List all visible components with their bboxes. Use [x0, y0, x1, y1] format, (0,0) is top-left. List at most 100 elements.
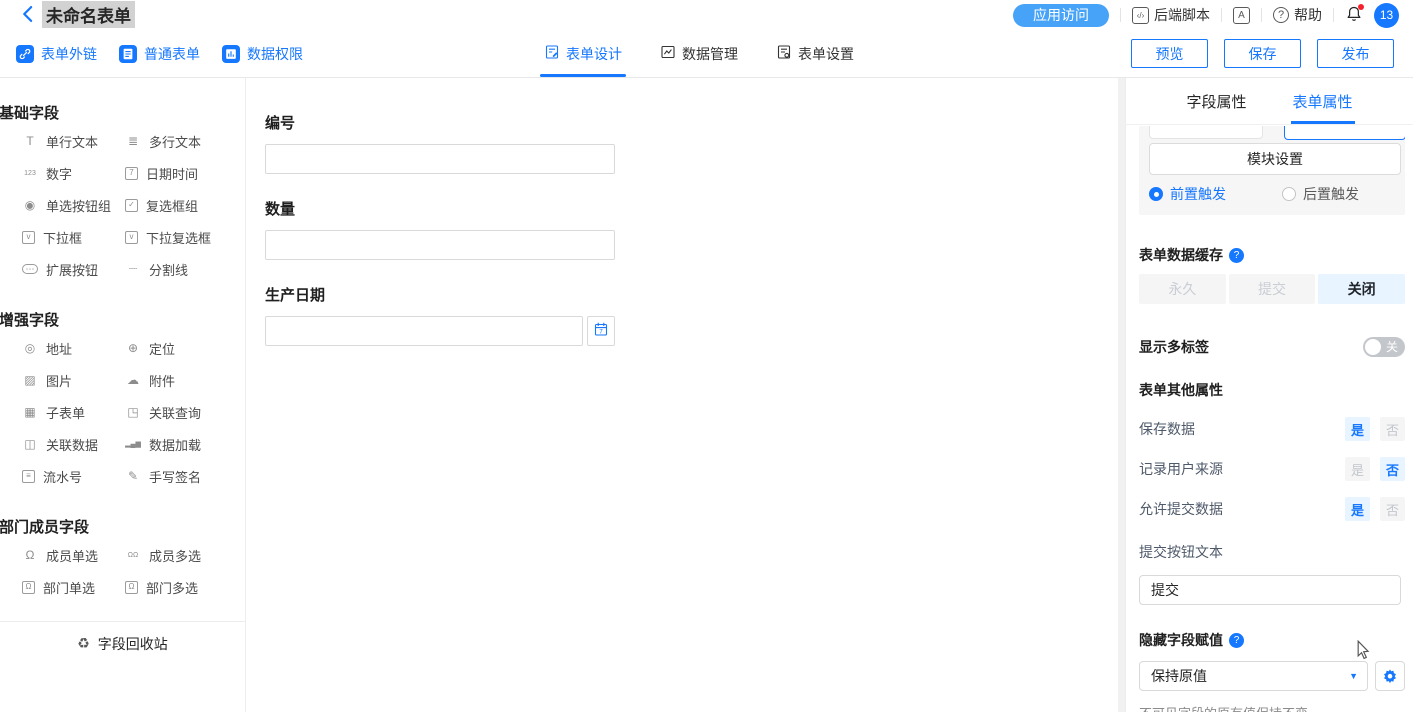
hidden-field-settings-button[interactable] — [1375, 661, 1405, 691]
multi-tab-row: 显示多标签 关 — [1139, 337, 1405, 357]
yes-button[interactable]: 是 — [1345, 497, 1370, 521]
sidebar-item-linked-query[interactable]: ◳关联查询 — [125, 396, 228, 428]
sidebar-item-single-line-text[interactable]: T单行文本 — [22, 125, 125, 157]
sidebar-item-expand-button[interactable]: ⋯扩展按钮 — [22, 253, 125, 285]
sidebar-item-location[interactable]: ⊕定位 — [125, 332, 228, 364]
text-input[interactable] — [265, 230, 615, 260]
canvas-field-quantity[interactable]: 数量 — [265, 198, 615, 260]
tab-label: 数据管理 — [682, 44, 738, 64]
notification-bell-icon[interactable] — [1345, 5, 1363, 25]
calendar-button[interactable]: 7 — [587, 316, 615, 346]
sidebar-item-image[interactable]: ▨图片 — [22, 364, 125, 396]
canvas-field-label: 生产日期 — [265, 284, 615, 305]
sidebar-item-address[interactable]: ◎地址 — [22, 332, 125, 364]
sidebar-item-dropdown[interactable]: v下拉框 — [22, 221, 125, 253]
sidebar-item-dept-single[interactable]: Ω 部门单选 — [22, 571, 125, 603]
form-design-canvas[interactable]: 编号数量生产日期 7 — [246, 78, 1118, 712]
dept-single-icon: Ω — [22, 581, 35, 594]
tab-label: 表单设计 — [566, 44, 622, 64]
sidebar-item-checkbox-group[interactable]: ✓复选框组 — [125, 189, 228, 221]
help-button[interactable]: ? 帮助 — [1273, 5, 1322, 25]
no-button[interactable]: 否 — [1380, 497, 1405, 521]
data-load-icon: ▂▄▆ — [125, 441, 141, 448]
sidebar-item-multi-line-text[interactable]: ≣多行文本 — [125, 125, 228, 157]
submit-button-text-input[interactable] — [1139, 575, 1401, 605]
row-label: 记录用户来源 — [1139, 459, 1223, 479]
sidebar-item-radio-group[interactable]: ◉单选按钮组 — [22, 189, 125, 221]
dept-multi-icon: Ω — [125, 581, 138, 594]
multi-tab-toggle[interactable]: 关 — [1363, 337, 1405, 357]
preview-button[interactable]: 预览 — [1131, 39, 1208, 68]
app-access-button[interactable]: 应用访问 — [1013, 4, 1109, 27]
toolbar: 表单外链 普通表单 数据权限 表单设计 数据管理 表单设置 预览保存发布 — [0, 30, 1413, 78]
text-input[interactable] — [265, 144, 615, 174]
toolbar-link-data-permission[interactable]: 数据权限 — [222, 44, 303, 64]
module-settings-button[interactable]: 模块设置 — [1149, 143, 1401, 175]
yes-button[interactable]: 是 — [1345, 457, 1370, 481]
cache-option[interactable]: 提交 — [1229, 274, 1316, 304]
row-save-data: 保存数据是否 — [1139, 417, 1405, 441]
serial-number-icon: ≡ — [22, 470, 35, 483]
yes-button[interactable]: 是 — [1345, 417, 1370, 441]
divider — [1120, 8, 1121, 22]
sidebar-item-datetime[interactable]: 7日期时间 — [125, 157, 228, 189]
canvas-field-label: 数量 — [265, 198, 615, 219]
sidebar-item-number[interactable]: 123数字 — [22, 157, 125, 189]
clipped-selected-button[interactable] — [1284, 126, 1405, 140]
tab-form-props[interactable]: 表单属性 — [1293, 78, 1353, 124]
gear-icon — [1382, 668, 1398, 684]
tab-form-design[interactable]: 表单设计 — [544, 30, 622, 77]
divider — [1221, 8, 1222, 22]
no-button[interactable]: 否 — [1380, 417, 1405, 441]
date-input-group: 7 — [265, 316, 615, 346]
field-recycle-bin-button[interactable]: ♻字段回收站 — [0, 621, 245, 665]
cache-option[interactable]: 关闭 — [1318, 274, 1405, 304]
tab-data-manage[interactable]: 数据管理 — [660, 30, 738, 77]
form-title-wrap[interactable]: 未命名表单 — [42, 1, 146, 33]
hidden-field-value-select[interactable]: 保持原值 ▼ — [1139, 661, 1368, 691]
sidebar-item-label: 手写签名 — [149, 467, 201, 486]
avatar[interactable]: 13 — [1374, 3, 1399, 28]
toolbar-link-label: 表单外链 — [41, 44, 97, 64]
help-circle-icon[interactable]: ? — [1229, 633, 1244, 648]
address-icon: ◎ — [22, 342, 38, 354]
expand-button-icon: ⋯ — [22, 264, 38, 274]
radio-selected-icon — [1149, 187, 1163, 201]
sidebar-item-signature[interactable]: ✎手写签名 — [125, 460, 228, 492]
sidebar-item-label: 部门多选 — [146, 578, 198, 597]
sidebar-item-data-load[interactable]: ▂▄▆数据加载 — [125, 428, 228, 460]
publish-button[interactable]: 发布 — [1317, 39, 1394, 68]
save-button[interactable]: 保存 — [1224, 39, 1301, 68]
canvas-field-production-date[interactable]: 生产日期 7 — [265, 284, 615, 346]
date-input[interactable] — [265, 316, 583, 346]
toolbar-link-form-external-link[interactable]: 表单外链 — [16, 44, 97, 64]
sidebar-item-divider[interactable]: ╌╌分割线 — [125, 253, 228, 285]
back-icon[interactable] — [18, 4, 38, 24]
radio-pre-trigger[interactable]: 前置触发 — [1149, 184, 1226, 204]
hidden-field-hint: 不可见字段的原有值保持不变 — [1139, 703, 1405, 712]
sidebar-item-dropdown-multi[interactable]: v下拉复选框 — [125, 221, 228, 253]
sidebar-item-subform[interactable]: ▦子表单 — [22, 396, 125, 428]
page-title[interactable]: 未命名表单 — [42, 1, 135, 28]
cache-option[interactable]: 永久 — [1139, 274, 1226, 304]
no-button[interactable]: 否 — [1380, 457, 1405, 481]
sidebar-item-member-single[interactable]: Ω成员单选 — [22, 539, 125, 571]
backend-script-button[interactable]: ‹/› 后端脚本 — [1132, 5, 1210, 25]
tab-form-settings[interactable]: 表单设置 — [776, 30, 854, 77]
toolbar-link-normal-form[interactable]: 普通表单 — [119, 44, 200, 64]
help-circle-icon[interactable]: ? — [1229, 248, 1244, 263]
radio-group-icon: ◉ — [22, 199, 38, 211]
radio-post-trigger[interactable]: 后置触发 — [1282, 184, 1359, 204]
sidebar-item-attachment[interactable]: ☁附件 — [125, 364, 228, 396]
sidebar-item-label: 部门单选 — [43, 578, 95, 597]
contacts-icon[interactable]: A — [1233, 7, 1250, 24]
sidebar-item-member-multi[interactable]: ΩΩ成员多选 — [125, 539, 228, 571]
sidebar-item-label: 日期时间 — [146, 164, 198, 183]
sidebar-item-dept-multi[interactable]: Ω 部门多选 — [125, 571, 228, 603]
sidebar-item-linked-data[interactable]: ◫关联数据 — [22, 428, 125, 460]
sidebar-item-serial-number[interactable]: ≡流水号 — [22, 460, 125, 492]
tab-field-props[interactable]: 字段属性 — [1186, 78, 1246, 124]
clipped-input[interactable] — [1149, 126, 1263, 139]
canvas-field-number[interactable]: 编号 — [265, 112, 615, 174]
sidebar-section-title: 部门成员字段 — [0, 516, 245, 537]
